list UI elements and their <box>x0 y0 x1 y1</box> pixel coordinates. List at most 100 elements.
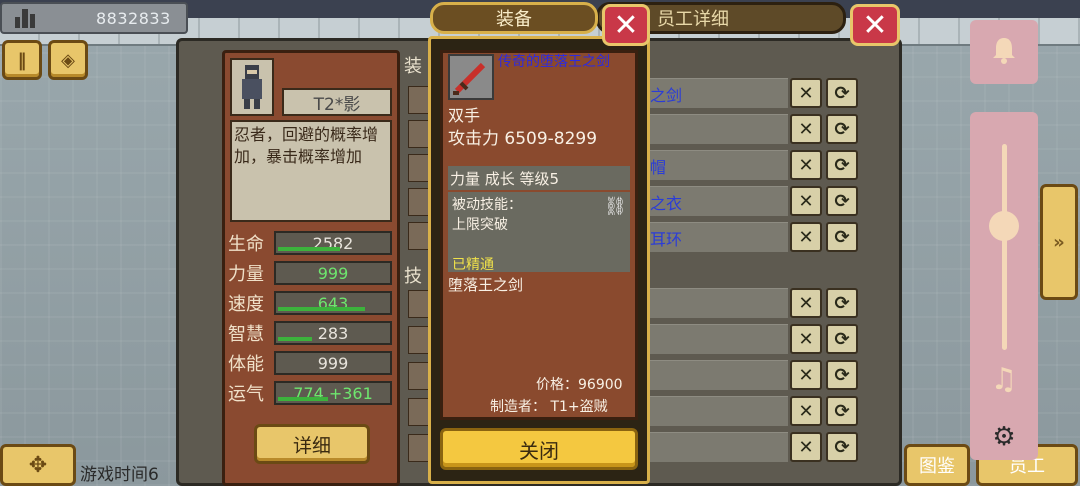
stat-row: 智慧 283 <box>228 320 394 346</box>
stat-value: 283 <box>317 323 349 343</box>
map-button[interactable]: ✥ <box>0 444 76 486</box>
volume-slider-track[interactable] <box>1002 144 1007 350</box>
unequip-button[interactable]: ✕ <box>790 150 822 180</box>
skill-mastered-label: 已精通 <box>452 257 494 273</box>
x-icon: ✕ <box>798 328 814 350</box>
stat-row: 体能 999 <box>228 350 394 376</box>
unequip-button[interactable]: ✕ <box>790 360 822 390</box>
employee-detail-close-button[interactable]: ✕ <box>850 4 900 46</box>
double-chevron-right-icon: » <box>1053 231 1065 253</box>
equipment-list-row[interactable]: 之衣 <box>648 186 788 216</box>
stat-value-box: 999 <box>274 261 392 285</box>
swap-button[interactable]: ⟳ <box>826 396 858 426</box>
equipment-list-row[interactable]: 之剑 <box>648 78 788 108</box>
swap-button[interactable]: ⟳ <box>826 114 858 144</box>
unequip-button[interactable]: ✕ <box>790 186 822 216</box>
unequip-button[interactable]: ✕ <box>790 222 822 252</box>
swap-button[interactable]: ⟳ <box>826 150 858 180</box>
stat-value-box: 643 <box>274 291 392 315</box>
stat-value-box: 2582 <box>274 231 392 255</box>
unequip-button[interactable]: ✕ <box>790 396 822 426</box>
equipment-list-row[interactable]: 帽 <box>648 150 788 180</box>
x-icon: ✕ <box>798 154 814 176</box>
stat-bar <box>278 247 340 251</box>
unequip-button[interactable]: ✕ <box>790 432 822 462</box>
item-attack: 攻击力 6509-8299 <box>448 129 598 149</box>
equipment-list-row[interactable] <box>648 432 788 462</box>
volume-slider-knob[interactable] <box>989 211 1019 242</box>
unequip-button[interactable]: ✕ <box>790 324 822 354</box>
close-icon: ✕ <box>862 7 888 43</box>
unequip-button[interactable]: ✕ <box>790 114 822 144</box>
skill-slot[interactable] <box>408 362 430 390</box>
detail-button[interactable]: 详细 <box>254 424 370 464</box>
compass-icon: ✥ <box>28 452 48 478</box>
swap-button[interactable]: ⟳ <box>826 78 858 108</box>
skill-slot[interactable] <box>408 326 430 354</box>
stat-value: 999 <box>317 263 349 283</box>
x-icon: ✕ <box>798 400 814 422</box>
equip-slot[interactable] <box>408 86 430 114</box>
equip-slot[interactable] <box>408 188 430 216</box>
swap-button[interactable]: ⟳ <box>826 186 858 216</box>
pause-button[interactable]: ‖ <box>2 40 42 80</box>
equipment-list-row[interactable] <box>648 288 788 318</box>
stat-label: 力量 <box>228 264 264 285</box>
x-icon: ✕ <box>798 292 814 314</box>
notification-button[interactable] <box>970 20 1038 84</box>
swap-button[interactable]: ⟳ <box>826 432 858 462</box>
item-hand-type: 双手 <box>448 106 481 125</box>
passive-skill-title: 被动技能： <box>452 197 522 213</box>
money-value: 8832833 <box>96 8 171 28</box>
settings-panel: ♫ ⚙ <box>970 112 1038 460</box>
equipment-list-row[interactable] <box>648 396 788 426</box>
swap-icon: ⟳ <box>834 154 850 176</box>
equipment-list-row[interactable] <box>648 114 788 144</box>
x-icon: ✕ <box>798 226 814 248</box>
outer-next-arrow-button[interactable]: » <box>1040 184 1078 300</box>
equipment-close-button[interactable]: ✕ <box>602 4 650 46</box>
skill-slot[interactable] <box>408 398 430 426</box>
building-icon <box>2 4 48 32</box>
scroll-icon: ◈ <box>61 49 75 71</box>
swap-icon: ⟳ <box>834 190 850 212</box>
swap-icon: ⟳ <box>834 292 850 314</box>
equipment-list-row[interactable]: 耳环 <box>648 222 788 252</box>
scroll-button[interactable]: ◈ <box>48 40 88 80</box>
skill-slot[interactable] <box>408 290 430 318</box>
money-bar: 8832833 <box>0 2 188 34</box>
bell-icon <box>991 36 1017 68</box>
stat-row: 力量 999 <box>228 260 394 286</box>
equip-section-head: 装 <box>404 56 422 77</box>
passive-skill-name: 上限突破 <box>452 217 508 233</box>
swap-icon: ⟳ <box>834 364 850 386</box>
swap-button[interactable]: ⟳ <box>826 222 858 252</box>
equip-slot[interactable] <box>408 154 430 182</box>
stat-label: 智慧 <box>228 324 264 345</box>
item-growth: 力量 成长 等级5 <box>448 166 630 190</box>
equip-slot[interactable] <box>408 120 430 148</box>
stat-value-box: 283 <box>274 321 392 345</box>
stat-value-box: 999 <box>274 351 392 375</box>
unequip-button[interactable]: ✕ <box>790 78 822 108</box>
skill-slot[interactable] <box>408 434 430 462</box>
equipment-list-row[interactable] <box>648 324 788 354</box>
catalog-button[interactable]: 图鉴 <box>904 444 970 486</box>
equip-slot[interactable] <box>408 222 430 250</box>
equipment-list-row[interactable] <box>648 360 788 390</box>
x-icon: ✕ <box>798 82 814 104</box>
character-name: T2*影 <box>282 88 392 116</box>
item-maker: 制造者： T1+盗贼 <box>490 399 608 415</box>
stat-value-box: 774 +361 <box>274 381 392 405</box>
stat-label: 运气 <box>228 384 264 405</box>
close-button[interactable]: 关闭 <box>440 428 638 470</box>
music-note-icon[interactable]: ♫ <box>970 362 1038 397</box>
swap-button[interactable]: ⟳ <box>826 288 858 318</box>
x-icon: ✕ <box>798 436 814 458</box>
x-icon: ✕ <box>798 190 814 212</box>
gear-icon[interactable]: ⚙ <box>970 422 1038 452</box>
link-icon[interactable]: ⛓ <box>604 196 627 217</box>
unequip-button[interactable]: ✕ <box>790 288 822 318</box>
swap-button[interactable]: ⟳ <box>826 324 858 354</box>
swap-button[interactable]: ⟳ <box>826 360 858 390</box>
